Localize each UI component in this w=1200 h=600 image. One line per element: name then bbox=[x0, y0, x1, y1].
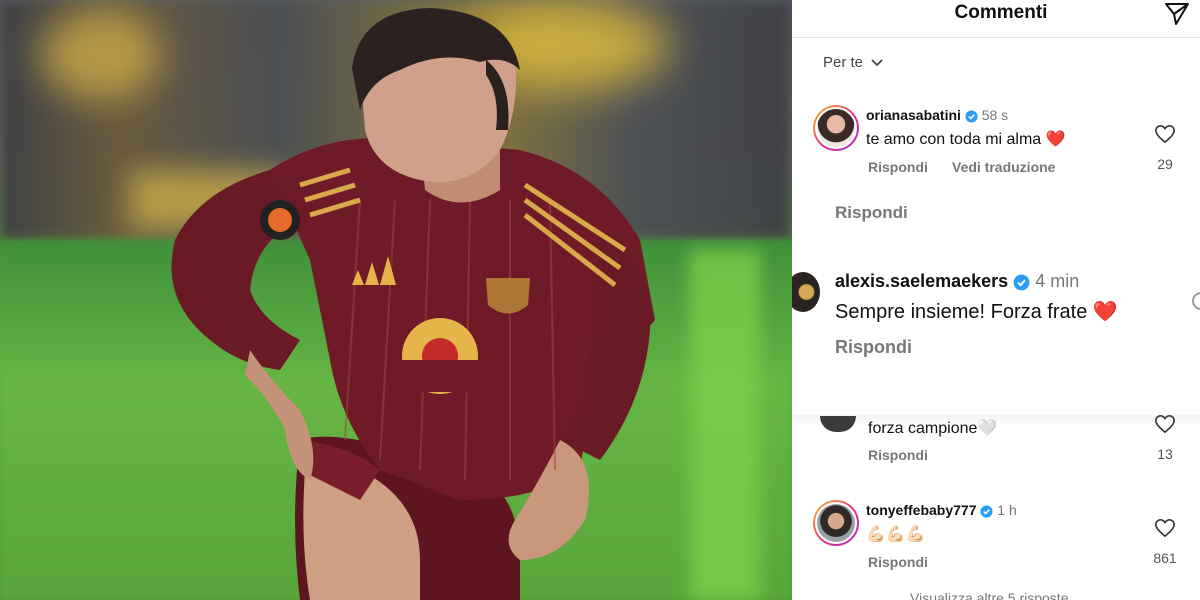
heart-icon[interactable] bbox=[1154, 414, 1176, 434]
view-more-replies[interactable]: Visualizza altre 5 risposte bbox=[910, 590, 1068, 600]
comment-username[interactable]: orianasabatini 58 s bbox=[866, 107, 1008, 123]
comments-panel: Commenti Per te orianasabatini 58 s te a… bbox=[792, 0, 1200, 600]
comment-username[interactable]: tonyeffebaby777 1 h bbox=[866, 502, 1017, 518]
header: Commenti bbox=[792, 0, 1200, 38]
comment-text: forza campione🤍 bbox=[868, 420, 998, 437]
send-icon[interactable] bbox=[1162, 0, 1192, 28]
avatar[interactable] bbox=[813, 105, 859, 151]
reply-button[interactable]: Rispondi bbox=[835, 337, 912, 358]
like-count: 13 bbox=[1157, 446, 1173, 462]
translate-button[interactable]: Vedi traduzione bbox=[952, 159, 1055, 175]
comment-username[interactable]: alexis.saelemaekers 4 min bbox=[835, 271, 1079, 292]
reply-button[interactable]: Rispondi bbox=[868, 554, 928, 570]
verified-badge-icon bbox=[965, 110, 978, 123]
heart-icon[interactable] bbox=[1154, 518, 1176, 538]
avatar[interactable] bbox=[820, 416, 856, 432]
sort-label: Per te bbox=[823, 54, 864, 71]
like-count: 861 bbox=[1153, 550, 1177, 566]
comment-text: 💪🏻💪🏻💪🏻 bbox=[866, 526, 926, 543]
player-illustration bbox=[171, 8, 655, 600]
comment-time: 1 h bbox=[997, 502, 1017, 518]
comment-text: te amo con toda mi alma ❤️ bbox=[866, 131, 1066, 148]
avatar[interactable] bbox=[792, 272, 820, 312]
reply-button[interactable]: Rispondi bbox=[868, 159, 928, 175]
verified-badge-icon bbox=[980, 505, 993, 518]
match-photo bbox=[0, 0, 792, 600]
chevron-down-icon bbox=[871, 58, 883, 66]
like-count: 29 bbox=[1157, 156, 1173, 172]
comment-time: 4 min bbox=[1035, 271, 1080, 291]
reply-button[interactable]: Rispondi bbox=[868, 447, 928, 463]
heart-icon[interactable] bbox=[1192, 292, 1200, 310]
comment-text: Sempre insieme! Forza frate ❤️ bbox=[835, 301, 1118, 323]
sort-dropdown[interactable]: Per te bbox=[823, 54, 883, 71]
verified-badge-icon bbox=[1013, 274, 1030, 291]
heart-icon[interactable] bbox=[1154, 124, 1176, 144]
page-title: Commenti bbox=[954, 2, 1048, 23]
reply-button[interactable]: Rispondi bbox=[835, 203, 908, 223]
avatar[interactable] bbox=[813, 500, 859, 546]
comment-time: 58 s bbox=[981, 107, 1009, 123]
